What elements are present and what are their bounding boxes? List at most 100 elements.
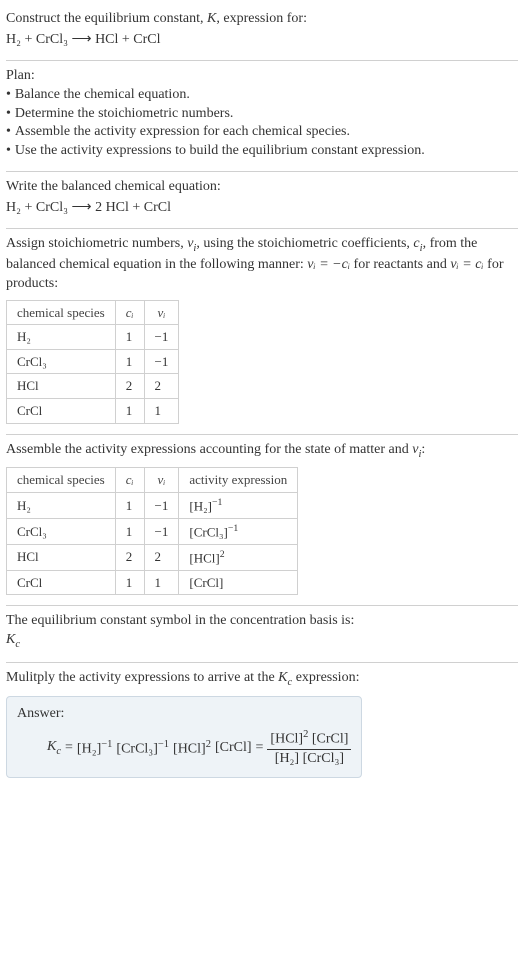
bullet-icon: • bbox=[6, 123, 11, 142]
base: [CrCl₃] bbox=[116, 742, 157, 757]
term: [CrCl] bbox=[215, 739, 252, 758]
cell: HCl bbox=[7, 544, 116, 570]
table-row: H₂ 1 −1 [H₂]−1 bbox=[7, 493, 298, 519]
plan-section: Plan: •Balance the chemical equation. •D… bbox=[6, 61, 518, 172]
plan-item: •Use the activity expressions to build t… bbox=[6, 142, 518, 161]
bullet-icon: • bbox=[6, 105, 11, 124]
cell: 2 bbox=[115, 374, 144, 399]
table-row: CrCl 1 1 [CrCl] bbox=[7, 570, 298, 595]
cell: CrCl bbox=[7, 570, 116, 595]
table-header: chemical species bbox=[7, 468, 116, 493]
exp: 2 bbox=[206, 739, 211, 750]
table-header: νᵢ bbox=[144, 468, 179, 493]
cell: CrCl₃ bbox=[7, 349, 116, 374]
rule-products: νᵢ = cᵢ bbox=[450, 257, 483, 272]
table-header: νᵢ bbox=[144, 300, 179, 325]
prompt-text: Construct the equilibrium constant, K, e… bbox=[6, 10, 518, 29]
answer-box: Answer: Kc = [H₂]−1 [CrCl₃]−1 [HCl]2 [Cr… bbox=[6, 696, 362, 778]
cell: −1 bbox=[144, 349, 179, 374]
term: [H₂] bbox=[275, 751, 299, 766]
plan-item: •Determine the stoichiometric numbers. bbox=[6, 105, 518, 124]
table-header: activity expression bbox=[179, 468, 298, 493]
base: [HCl] bbox=[270, 732, 303, 747]
ae-base: [HCl] bbox=[189, 550, 219, 565]
cell: 2 bbox=[144, 544, 179, 570]
numerator: [HCl]2 [CrCl] bbox=[267, 728, 351, 751]
final-title: Mulitply the activity expressions to arr… bbox=[6, 669, 518, 690]
text: for reactants and bbox=[350, 257, 450, 272]
activity-table: chemical species cᵢ νᵢ activity expressi… bbox=[6, 467, 298, 595]
kbasis-section: The equilibrium constant symbol in the c… bbox=[6, 606, 518, 663]
prompt-section: Construct the equilibrium constant, K, e… bbox=[6, 4, 518, 61]
base: [H₂] bbox=[77, 742, 101, 757]
K: K bbox=[47, 739, 56, 754]
cell: 1 bbox=[115, 398, 144, 423]
table-header-row: chemical species cᵢ νᵢ bbox=[7, 300, 179, 325]
cell: [H₂]−1 bbox=[179, 493, 298, 519]
kc-expression: Kc = [H₂]−1 [CrCl₃]−1 [HCl]2 [CrCl] = [H… bbox=[17, 728, 351, 769]
plan-item: •Balance the chemical equation. bbox=[6, 86, 518, 105]
prompt-part2: , expression for: bbox=[216, 11, 307, 26]
plan-item-text: Use the activity expressions to build th… bbox=[15, 142, 425, 161]
prompt-part1: Construct the equilibrium constant, bbox=[6, 11, 207, 26]
activity-section: Assemble the activity expressions accoun… bbox=[6, 435, 518, 607]
cell: 1 bbox=[115, 325, 144, 350]
kc-symbol: Kc bbox=[6, 631, 518, 652]
cell: 1 bbox=[115, 349, 144, 374]
term: [H₂]−1 bbox=[77, 738, 113, 760]
stoich-table: chemical species cᵢ νᵢ H₂1−1 CrCl₃1−1 HC… bbox=[6, 300, 179, 424]
cell: 1 bbox=[144, 398, 179, 423]
ae-exp: −1 bbox=[212, 497, 222, 508]
balanced-equation: H₂ + CrCl₃ ⟶ 2 HCl + CrCl bbox=[6, 199, 518, 218]
cell: [CrCl₃]−1 bbox=[179, 518, 298, 544]
table-row: HCl22 bbox=[7, 374, 179, 399]
c-sub: c bbox=[56, 746, 61, 757]
term: [CrCl] bbox=[312, 732, 349, 747]
table-row: H₂1−1 bbox=[7, 325, 179, 350]
cell: CrCl bbox=[7, 398, 116, 423]
plan-item-text: Balance the chemical equation. bbox=[15, 86, 190, 105]
cell: 2 bbox=[115, 544, 144, 570]
text: Assign stoichiometric numbers, bbox=[6, 236, 187, 251]
balanced-title: Write the balanced chemical equation: bbox=[6, 178, 518, 197]
assign-text: Assign stoichiometric numbers, νi, using… bbox=[6, 235, 518, 294]
K: K bbox=[6, 632, 15, 647]
cell: 1 bbox=[115, 518, 144, 544]
cell: H₂ bbox=[7, 325, 116, 350]
unbalanced-equation: H₂ + CrCl₃ ⟶ HCl + CrCl bbox=[6, 31, 518, 50]
balanced-section: Write the balanced chemical equation: H₂… bbox=[6, 172, 518, 229]
kbasis-text: The equilibrium constant symbol in the c… bbox=[6, 612, 518, 631]
c-sub: c bbox=[15, 639, 20, 650]
cell: HCl bbox=[7, 374, 116, 399]
plan-item: •Assemble the activity expression for ea… bbox=[6, 123, 518, 142]
cell: CrCl₃ bbox=[7, 518, 116, 544]
cell: 1 bbox=[144, 570, 179, 595]
cell: −1 bbox=[144, 325, 179, 350]
table-row: CrCl₃1−1 bbox=[7, 349, 179, 374]
table-row: HCl 2 2 [HCl]2 bbox=[7, 544, 298, 570]
ae-base: [H₂] bbox=[189, 498, 212, 513]
table-header-row: chemical species cᵢ νᵢ activity expressi… bbox=[7, 468, 298, 493]
cell: [HCl]2 bbox=[179, 544, 298, 570]
text: , using the stoichiometric coefficients, bbox=[196, 236, 413, 251]
ae-exp: −1 bbox=[228, 523, 238, 534]
cell: [CrCl] bbox=[179, 570, 298, 595]
cell: 2 bbox=[144, 374, 179, 399]
plan-item-text: Assemble the activity expression for eac… bbox=[15, 123, 350, 142]
exp: −1 bbox=[101, 739, 112, 750]
term: [HCl]2 bbox=[173, 738, 211, 760]
table-header: cᵢ bbox=[115, 300, 144, 325]
term: [CrCl₃] bbox=[303, 751, 344, 766]
cell: 1 bbox=[115, 493, 144, 519]
plan-item-text: Determine the stoichiometric numbers. bbox=[15, 105, 234, 124]
ae-base: [CrCl₃] bbox=[189, 524, 227, 539]
denominator: [H₂] [CrCl₃] bbox=[267, 750, 351, 769]
plan-title: Plan: bbox=[6, 67, 518, 86]
equals: = bbox=[256, 739, 264, 758]
table-row: CrCl₃ 1 −1 [CrCl₃]−1 bbox=[7, 518, 298, 544]
cell: H₂ bbox=[7, 493, 116, 519]
table-row: CrCl11 bbox=[7, 398, 179, 423]
assign-section: Assign stoichiometric numbers, νi, using… bbox=[6, 229, 518, 434]
exp: −1 bbox=[158, 739, 169, 750]
lhs: Kc bbox=[47, 738, 61, 759]
